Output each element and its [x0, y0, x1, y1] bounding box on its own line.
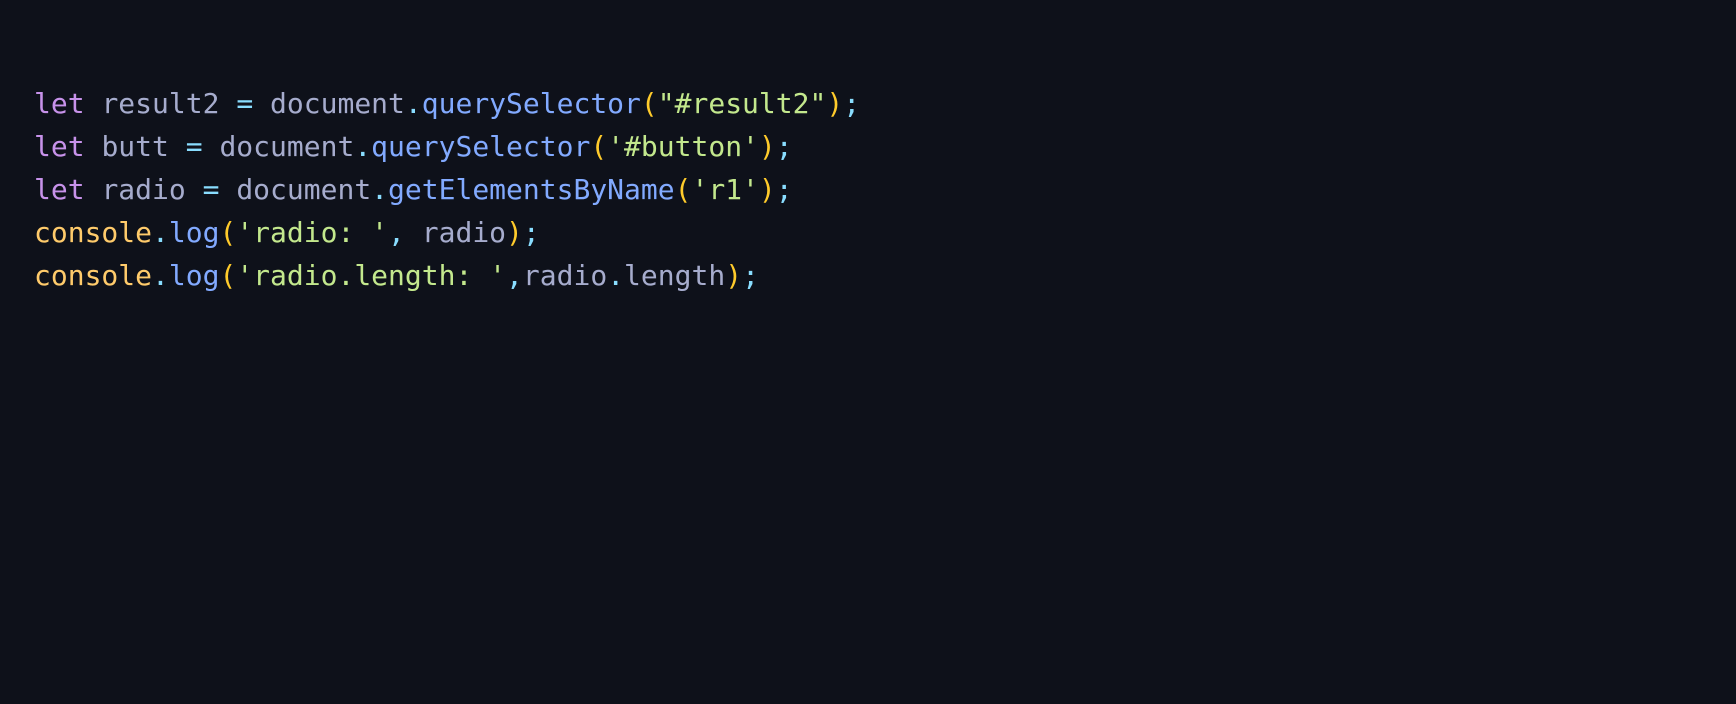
code-token: )	[758, 173, 776, 206]
code-token: log	[168, 259, 220, 292]
code-token: querySelector	[371, 130, 591, 163]
code-editor[interactable]: let result2 = document.querySelector("#r…	[0, 0, 1736, 704]
code-token: (	[590, 130, 608, 163]
code-token: (	[674, 173, 692, 206]
code-token: ;	[775, 130, 793, 163]
code-token: =	[236, 87, 254, 120]
code-token: getElementsByName	[388, 173, 675, 206]
code-token: 'radio: '	[236, 216, 389, 249]
code-token: =	[185, 130, 203, 163]
code-token: '#button'	[607, 130, 759, 163]
code-token: let	[34, 173, 85, 206]
code-token: .	[152, 259, 169, 292]
code-token: 'radio.length: '	[236, 259, 507, 292]
code-token: 'r1'	[691, 173, 759, 206]
code-token: log	[168, 216, 220, 249]
code-token: result2	[101, 87, 220, 120]
code-token: (	[640, 87, 658, 120]
code-line: let result2 = document.querySelector("#r…	[34, 82, 860, 125]
code-token: .	[607, 259, 625, 292]
code-token: .	[152, 216, 169, 249]
code-token: butt	[101, 130, 169, 163]
code-token: radio	[522, 259, 608, 292]
code-token: let	[34, 130, 85, 163]
code-token: ,	[506, 259, 523, 292]
code-token: )	[826, 87, 844, 120]
code-block[interactable]: let result2 = document.querySelector("#r…	[34, 82, 860, 297]
code-token: document	[219, 130, 355, 163]
code-token: .	[404, 87, 422, 120]
code-token: length	[624, 259, 726, 292]
code-line: let butt = document.querySelector('#butt…	[34, 125, 860, 168]
code-token: =	[202, 173, 220, 206]
code-token: let	[34, 87, 85, 120]
code-token: )	[506, 216, 523, 249]
code-token: )	[725, 259, 743, 292]
code-token: querySelector	[421, 87, 641, 120]
code-token: )	[758, 130, 776, 163]
code-token: ;	[742, 259, 759, 292]
code-token: .	[354, 130, 372, 163]
code-token: .	[371, 173, 389, 206]
code-token: document	[270, 87, 405, 120]
code-token: ;	[522, 216, 540, 249]
code-line: let radio = document.getElementsByName('…	[34, 168, 860, 211]
code-token: "#result2"	[657, 87, 827, 120]
code-token: radio	[421, 216, 507, 249]
code-line: console.log('radio.length: ',radio.lengt…	[34, 254, 860, 297]
code-token: document	[236, 173, 372, 206]
code-token: radio	[101, 173, 186, 206]
code-token: (	[219, 259, 237, 292]
code-token: ;	[775, 173, 793, 206]
code-token: ;	[843, 87, 861, 120]
code-token: ,	[388, 216, 405, 249]
code-token: console	[34, 259, 153, 292]
code-token: console	[34, 216, 153, 249]
code-line: console.log('radio: ', radio);	[34, 211, 860, 254]
code-token: (	[219, 216, 237, 249]
